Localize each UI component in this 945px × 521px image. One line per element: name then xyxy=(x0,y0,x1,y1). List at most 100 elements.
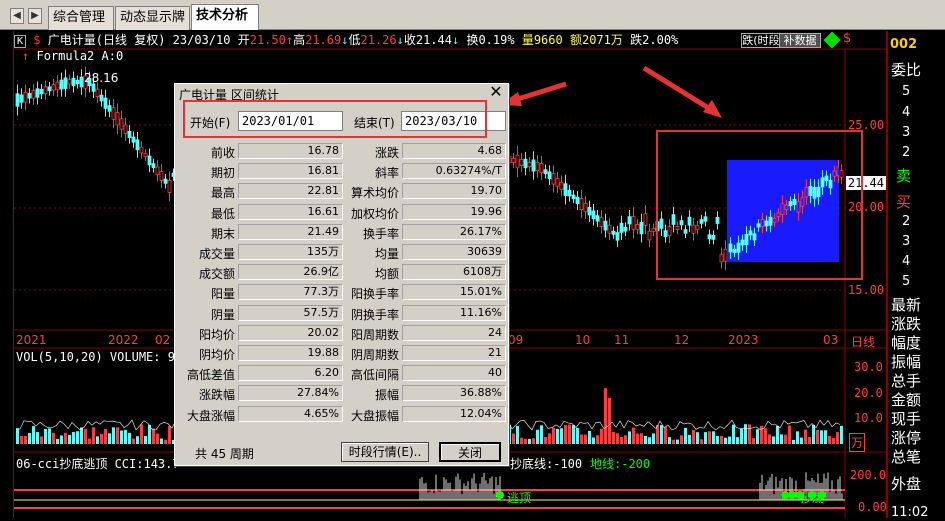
candle-body xyxy=(583,202,588,213)
period-quote-button[interactable]: 时段行情(E).. xyxy=(341,442,429,462)
candle-body xyxy=(639,222,644,235)
volume-bar xyxy=(580,434,583,444)
volume-bar xyxy=(708,431,711,444)
stat-row-label: 阴换手率 xyxy=(350,307,399,322)
stat-row-label: 涨跌 xyxy=(374,146,399,160)
arrow-down-icon: ↓ xyxy=(396,33,404,47)
stat-label: 外盘 xyxy=(891,475,922,493)
stat-label: 总手 xyxy=(891,372,922,390)
volume-bar xyxy=(152,428,155,444)
stat-row-value: 19.70 xyxy=(402,183,506,200)
candle-body xyxy=(627,216,632,225)
volume-value: 9660 xyxy=(533,33,563,47)
candle-body xyxy=(167,180,172,193)
candle-body xyxy=(623,226,628,232)
volume-axis-label: 10.0 xyxy=(854,411,883,425)
volume-bar xyxy=(548,433,551,444)
candle-body xyxy=(107,105,112,112)
cci-buy-line-label: 抄底线:-100 xyxy=(510,457,583,471)
volume-bar xyxy=(120,430,123,444)
quote-date: 23/03/10 xyxy=(172,33,231,47)
candle-body xyxy=(55,81,60,91)
stat-row-value: 24 xyxy=(402,324,506,341)
volume-bar xyxy=(540,425,543,444)
stat-row-value: 40 xyxy=(402,365,506,382)
date-axis-label: 10 xyxy=(575,333,591,347)
candle-body xyxy=(519,158,524,167)
bottom-buy-label: 抄底 xyxy=(800,491,825,505)
candle-body xyxy=(135,139,140,151)
volume-bar xyxy=(644,435,647,444)
stat-row-value: 6108万 xyxy=(402,264,506,281)
volume-bar xyxy=(816,429,819,444)
candle-body xyxy=(563,183,568,196)
volume-bar xyxy=(48,428,51,444)
volume-bar xyxy=(568,424,571,444)
sell-level: 3 xyxy=(902,125,911,140)
interval-stats-dialog[interactable]: 广电计量 区间统计 ✕ 开始(F) 2023/01/01 结束(T) 2023/… xyxy=(174,83,509,466)
candle-body xyxy=(611,230,616,235)
close-label: 收 xyxy=(403,33,416,47)
volume-bar xyxy=(744,424,747,444)
candle-body xyxy=(71,77,76,87)
candle-body xyxy=(515,154,520,169)
stat-row-value: 4.65% xyxy=(238,405,343,422)
stat-row-value: 16.81 xyxy=(238,163,343,180)
stat-label: 涨跌 xyxy=(891,315,922,333)
stat-row-value: 11.16% xyxy=(402,304,506,321)
candle-body xyxy=(119,118,124,130)
buy-level: 2 xyxy=(902,214,911,229)
volume-bar xyxy=(664,426,667,444)
volume-bar xyxy=(112,427,115,444)
volume-bar xyxy=(544,437,547,444)
fix-data-button[interactable]: 补数据 xyxy=(779,33,821,48)
stat-row-value: 21 xyxy=(402,345,506,361)
close-button[interactable]: 关闭 xyxy=(439,442,501,462)
k-icon[interactable]: K xyxy=(14,35,27,48)
stat-row-value: 77.3万 xyxy=(238,284,343,301)
quote-side-panel: 002 委比 5 4 3 2 卖 买 2 3 4 5 最新 涨跌 幅度 振幅 总… xyxy=(886,31,945,520)
buy-level: 5 xyxy=(902,274,911,289)
volume-bar xyxy=(160,438,163,444)
candle-body xyxy=(595,215,600,222)
volume-bar xyxy=(736,437,739,444)
volume-bar xyxy=(148,424,151,444)
change-value: 2.00% xyxy=(642,33,679,47)
candle-body xyxy=(551,173,556,185)
change-label: 跌 xyxy=(630,33,643,47)
signal-dot xyxy=(788,491,796,499)
volume-bar xyxy=(588,430,591,444)
date-axis-label: 2022 xyxy=(108,333,139,347)
signal-dot xyxy=(496,491,504,499)
candle-body xyxy=(67,79,72,85)
candle-body xyxy=(631,216,636,230)
candle-body xyxy=(99,94,104,102)
close-icon[interactable]: ✕ xyxy=(487,84,505,102)
formula-text: Formula2 A:0 xyxy=(36,49,124,63)
candle-body xyxy=(647,230,652,241)
candle-body xyxy=(163,178,168,184)
volume-bar xyxy=(796,431,799,444)
date-axis-label: 09 xyxy=(508,333,524,347)
volume-bar xyxy=(608,397,611,444)
stat-row-value: 30639 xyxy=(402,244,506,260)
stat-row-label: 前收 xyxy=(210,146,235,160)
volume-bar xyxy=(72,432,75,444)
volume-bar xyxy=(88,438,91,444)
stat-row-label: 期初 xyxy=(210,166,235,181)
volume-bar xyxy=(68,434,71,444)
volume-bar xyxy=(592,437,595,444)
volume-bar xyxy=(52,432,55,444)
stat-row-label: 阴均价 xyxy=(198,348,235,362)
date-axis-label: 2023 xyxy=(728,333,759,347)
candle-body xyxy=(143,153,148,158)
volume-bar xyxy=(660,425,663,444)
candle-body xyxy=(15,93,20,107)
candle-body xyxy=(567,190,572,197)
volume-bar xyxy=(524,438,527,444)
volume-axis-label: 20.0 xyxy=(854,386,883,400)
buy-label: 买 xyxy=(896,193,912,211)
candle-body xyxy=(39,88,44,95)
candle-body xyxy=(23,91,28,103)
volume-bar xyxy=(648,437,651,444)
